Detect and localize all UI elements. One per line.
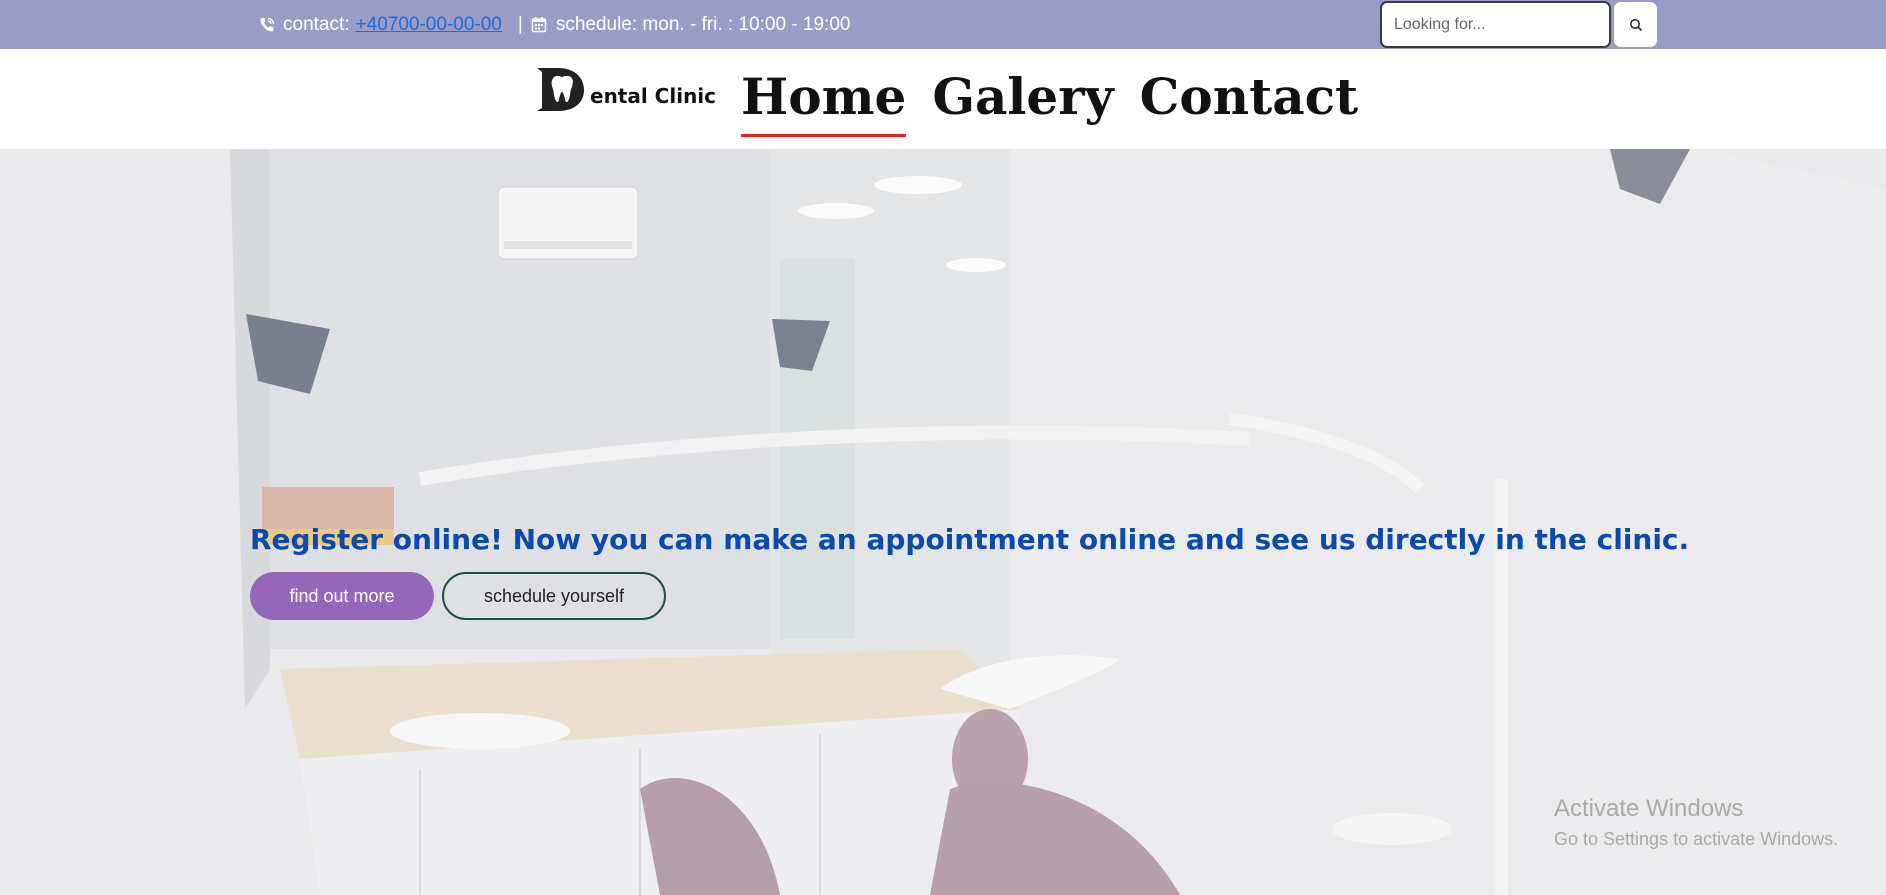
- schedule-text: schedule: mon. - fri. : 10:00 - 19:00: [555, 13, 851, 35]
- hero-section: Register online! Now you can make an app…: [0, 149, 1886, 895]
- watermark-title: Activate Windows: [1554, 795, 1744, 822]
- clinic-background-image: [0, 149, 1886, 895]
- schedule-yourself-button[interactable]: schedule yourself: [442, 572, 666, 620]
- logo-text: ental Clinic: [590, 84, 717, 108]
- find-out-more-button[interactable]: find out more: [250, 572, 434, 620]
- contact-label: contact:: [283, 13, 350, 35]
- main-navbar: ental Clinic Home Galery Contact: [0, 49, 1886, 149]
- windows-activation-watermark: Activate Windows Go to Settings to activ…: [1554, 795, 1838, 850]
- separator: |: [517, 13, 523, 35]
- tooth-logo-icon: [534, 64, 586, 114]
- top-bar: contact: +40700-00-00-00 | schedule: mon…: [0, 0, 1886, 49]
- search-icon: [1629, 18, 1643, 32]
- logo[interactable]: ental Clinic: [534, 64, 716, 114]
- search-input[interactable]: [1380, 1, 1611, 48]
- contact-info: contact: +40700-00-00-00 | schedule: mon…: [258, 0, 850, 49]
- phone-icon: [258, 16, 276, 34]
- watermark-subtitle: Go to Settings to activate Windows.: [1554, 829, 1839, 849]
- hero-headline: Register online! Now you can make an app…: [250, 523, 1690, 556]
- main-nav: Home Galery Contact: [741, 65, 1359, 137]
- calendar-icon: [531, 16, 549, 34]
- hero-buttons: find out more schedule yourself: [250, 572, 666, 620]
- nav-galery[interactable]: Galery: [932, 65, 1113, 129]
- search-box: [1380, 1, 1657, 48]
- search-button[interactable]: [1614, 2, 1657, 47]
- phone-link[interactable]: +40700-00-00-00: [356, 14, 502, 36]
- nav-home[interactable]: Home: [741, 65, 907, 137]
- nav-contact[interactable]: Contact: [1140, 65, 1359, 129]
